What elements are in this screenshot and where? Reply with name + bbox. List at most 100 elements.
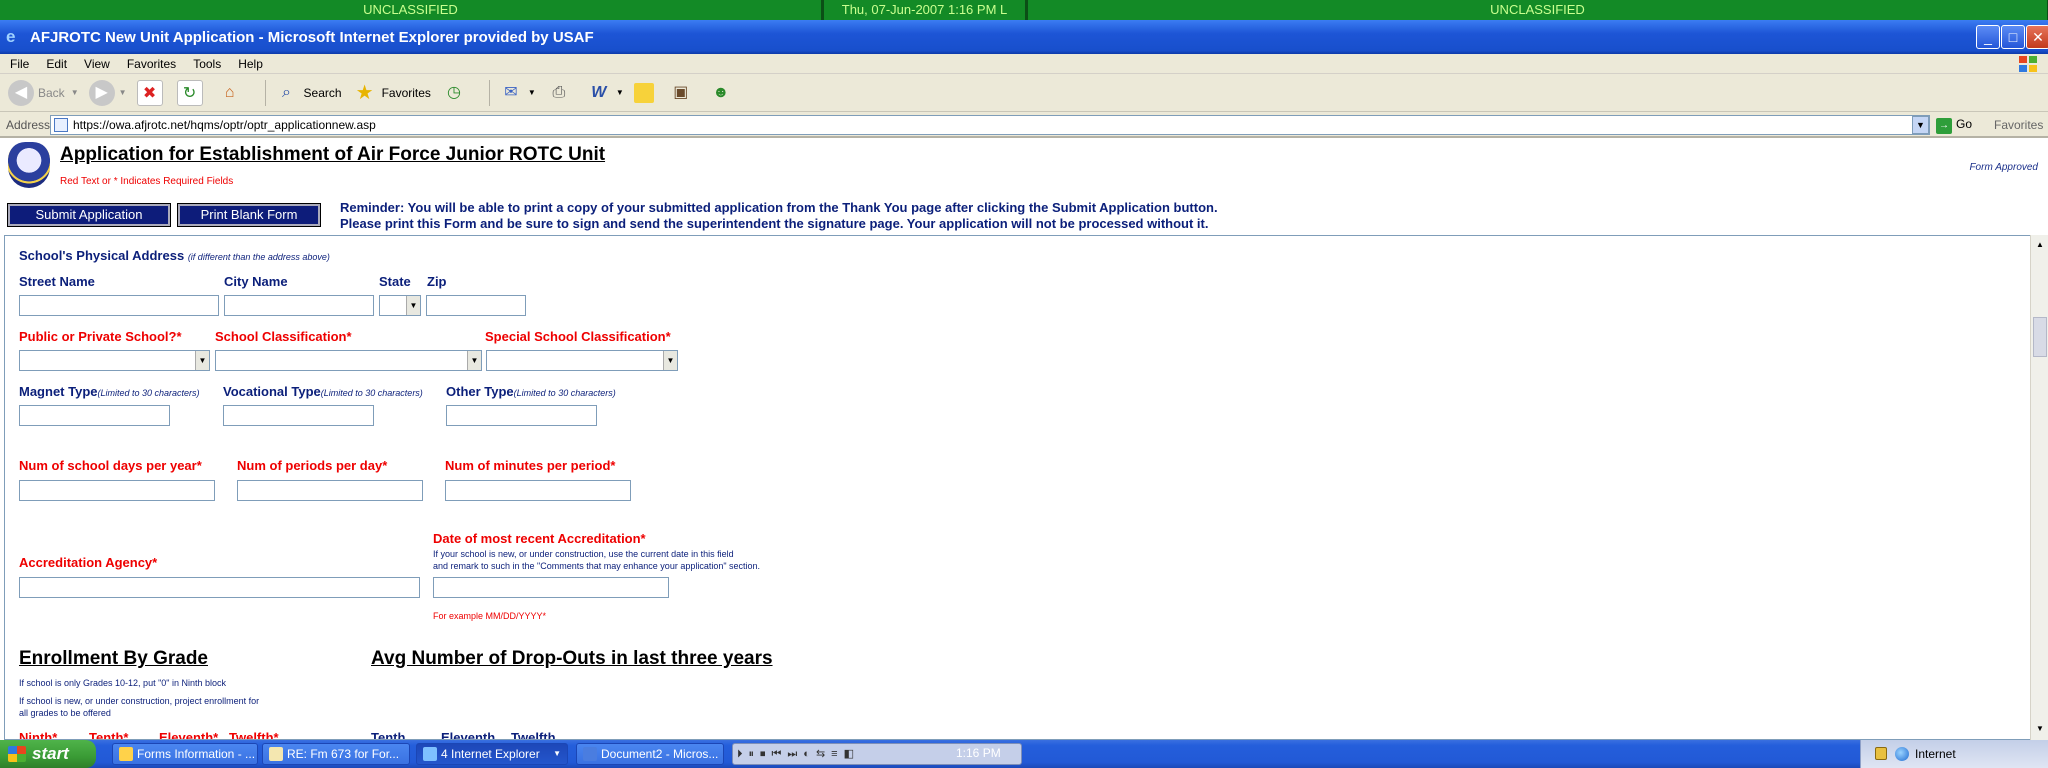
links-favorites[interactable]: Favorites — [1994, 118, 2043, 132]
special-classification-label: Special School Classification* — [485, 329, 671, 344]
periods-per-day-input[interactable] — [237, 480, 423, 501]
enrollment-note-2: If school is new, or under construction,… — [19, 696, 260, 706]
date-format-example: For example MM/DD/YYYY* — [433, 611, 547, 621]
menu-help[interactable]: Help — [238, 57, 263, 71]
menu-favorites[interactable]: Favorites — [127, 57, 176, 71]
print-blank-form-button[interactable]: Print Blank Form — [177, 203, 321, 227]
scroll-down-icon[interactable]: ▼ — [2033, 721, 2047, 737]
state-select[interactable]: ▼ — [379, 295, 421, 316]
school-classification-select[interactable]: ▼ — [215, 350, 482, 371]
zip-input[interactable] — [426, 295, 526, 316]
discuss-button[interactable] — [633, 82, 658, 103]
start-label: start — [32, 744, 69, 763]
edit-dropdown-icon[interactable]: ▼ — [616, 88, 624, 97]
mail-dropdown-icon[interactable]: ▼ — [528, 88, 536, 97]
research-button[interactable]: ▣ — [668, 80, 698, 106]
windows-taskbar: start Forms Information - ... RE: Fm 673… — [0, 740, 2048, 768]
task-label: RE: Fm 673 for For... — [287, 747, 400, 761]
search-button[interactable]: ⌕ Search — [274, 80, 342, 106]
classification-banner: UNCLASSIFIED Thu, 07-Jun-2007 1:16 PM L … — [0, 0, 2048, 20]
back-button[interactable]: ◀ Back ▼ — [8, 79, 79, 106]
start-button[interactable]: start — [0, 740, 96, 768]
go-button[interactable]: → Go — [1936, 117, 1972, 134]
home-button[interactable]: ⌂ — [217, 80, 247, 106]
forward-dropdown-icon[interactable]: ▼ — [119, 88, 127, 97]
city-name-input[interactable] — [224, 295, 374, 316]
messenger-icon: ☻ — [712, 83, 730, 101]
print-button[interactable]: ⎙ — [546, 80, 576, 106]
magnet-type-label: Magnet Type(Limited to 30 characters) — [19, 384, 200, 399]
form-content[interactable]: School's Physical Address (if different … — [4, 235, 2030, 740]
maximize-button[interactable]: □ — [2001, 25, 2025, 49]
vertical-scrollbar[interactable]: ▲ ▼ — [2030, 235, 2048, 740]
forward-button[interactable]: ▶ ▼ — [88, 79, 127, 106]
physical-address-heading-note: (if different than the address above) — [187, 252, 330, 262]
history-button[interactable]: ◷ — [441, 80, 471, 106]
minimize-button[interactable]: _ — [1976, 25, 2000, 49]
required-fields-note: Red Text or * Indicates Required Fields — [60, 176, 234, 187]
taskbar-item-forms-information[interactable]: Forms Information - ... — [112, 743, 258, 765]
history-icon: ◷ — [446, 83, 461, 101]
periods-per-day-label: Num of periods per day* — [237, 458, 388, 473]
back-dropdown-icon[interactable]: ▼ — [71, 88, 79, 97]
close-button[interactable]: ✕ — [2026, 25, 2048, 49]
page-icon — [54, 118, 68, 132]
menu-edit[interactable]: Edit — [46, 57, 67, 71]
reminder-line-2: Please print this Form and be sure to si… — [340, 216, 1209, 231]
zip-label: Zip — [427, 274, 447, 289]
home-icon: ⌂ — [224, 83, 235, 101]
enrollment-heading: Enrollment By Grade — [19, 648, 208, 669]
taskbar-item-email[interactable]: RE: Fm 673 for For... — [262, 743, 410, 765]
accreditation-agency-input[interactable] — [19, 577, 420, 598]
classification-right: UNCLASSIFIED — [1026, 0, 2048, 20]
window-title-bar[interactable]: e AFJROTC New Unit Application - Microso… — [0, 20, 2048, 54]
vocational-type-input[interactable] — [223, 405, 374, 426]
other-limit-note: (Limited to 30 characters) — [513, 388, 616, 398]
mail-button[interactable]: ✉ ▼ — [498, 80, 536, 106]
menu-file[interactable]: File — [10, 57, 29, 71]
menu-tools[interactable]: Tools — [193, 57, 221, 71]
other-type-input[interactable] — [446, 405, 597, 426]
edit-button[interactable]: W ▼ — [586, 80, 624, 106]
toolbar-separator — [488, 79, 490, 106]
scrollbar-thumb[interactable] — [2033, 317, 2047, 357]
task-label: 4 Internet Explorer — [441, 747, 540, 761]
mail-icon: ✉ — [504, 83, 518, 101]
special-classification-select[interactable]: ▼ — [486, 350, 678, 371]
stop-button[interactable]: ✖ — [136, 79, 167, 106]
scroll-up-icon[interactable]: ▲ — [2033, 237, 2047, 253]
magnet-type-text: Magnet Type — [19, 384, 98, 399]
word-document-icon — [583, 747, 597, 761]
messenger-button[interactable]: ☻ — [708, 80, 738, 106]
address-dropdown-icon[interactable]: ▼ — [1912, 116, 1929, 134]
city-name-label: City Name — [224, 274, 288, 289]
menu-bar: File Edit View Favorites Tools Help — [0, 54, 2048, 74]
group-dropdown-icon[interactable]: ▼ — [553, 744, 561, 764]
windows-logo-icon — [2019, 56, 2037, 72]
printer-icon: ⎙ — [552, 83, 566, 101]
favorites-button[interactable]: ★ Favorites — [352, 80, 431, 106]
public-private-label: Public or Private School?* — [19, 329, 182, 344]
submit-application-button[interactable]: Submit Application — [7, 203, 171, 227]
grade-ninth-label: Ninth* — [19, 730, 58, 740]
chevron-down-icon: ▼ — [406, 296, 420, 315]
word-icon: W — [591, 83, 607, 101]
grade-eleventh-label: Eleventh* — [159, 730, 219, 740]
school-days-input[interactable] — [19, 480, 215, 501]
address-input[interactable]: https://owa.afjrotc.net/hqms/optr/optr_a… — [50, 115, 1930, 135]
physical-address-heading: School's Physical Address (if different … — [19, 248, 330, 263]
refresh-button[interactable]: ↻ — [176, 79, 207, 106]
enrollment-note-1: If school is only Grades 10-12, put "0" … — [19, 678, 226, 688]
vocational-limit-note: (Limited to 30 characters) — [320, 388, 423, 398]
address-label: Address — [6, 118, 51, 132]
taskbar-item-word-document[interactable]: Document2 - Micros... — [576, 743, 724, 765]
minutes-per-period-input[interactable] — [445, 480, 631, 501]
street-name-input[interactable] — [19, 295, 219, 316]
accreditation-date-note-1: If your school is new, or under construc… — [433, 549, 734, 559]
menu-view[interactable]: View — [84, 57, 110, 71]
public-private-select[interactable]: ▼ — [19, 350, 210, 371]
media-clock: 1:16 PM — [956, 746, 1001, 760]
magnet-type-input[interactable] — [19, 405, 170, 426]
accreditation-date-input[interactable] — [433, 577, 669, 598]
taskbar-item-internet-explorer[interactable]: 4 Internet Explorer ▼ — [416, 743, 568, 765]
